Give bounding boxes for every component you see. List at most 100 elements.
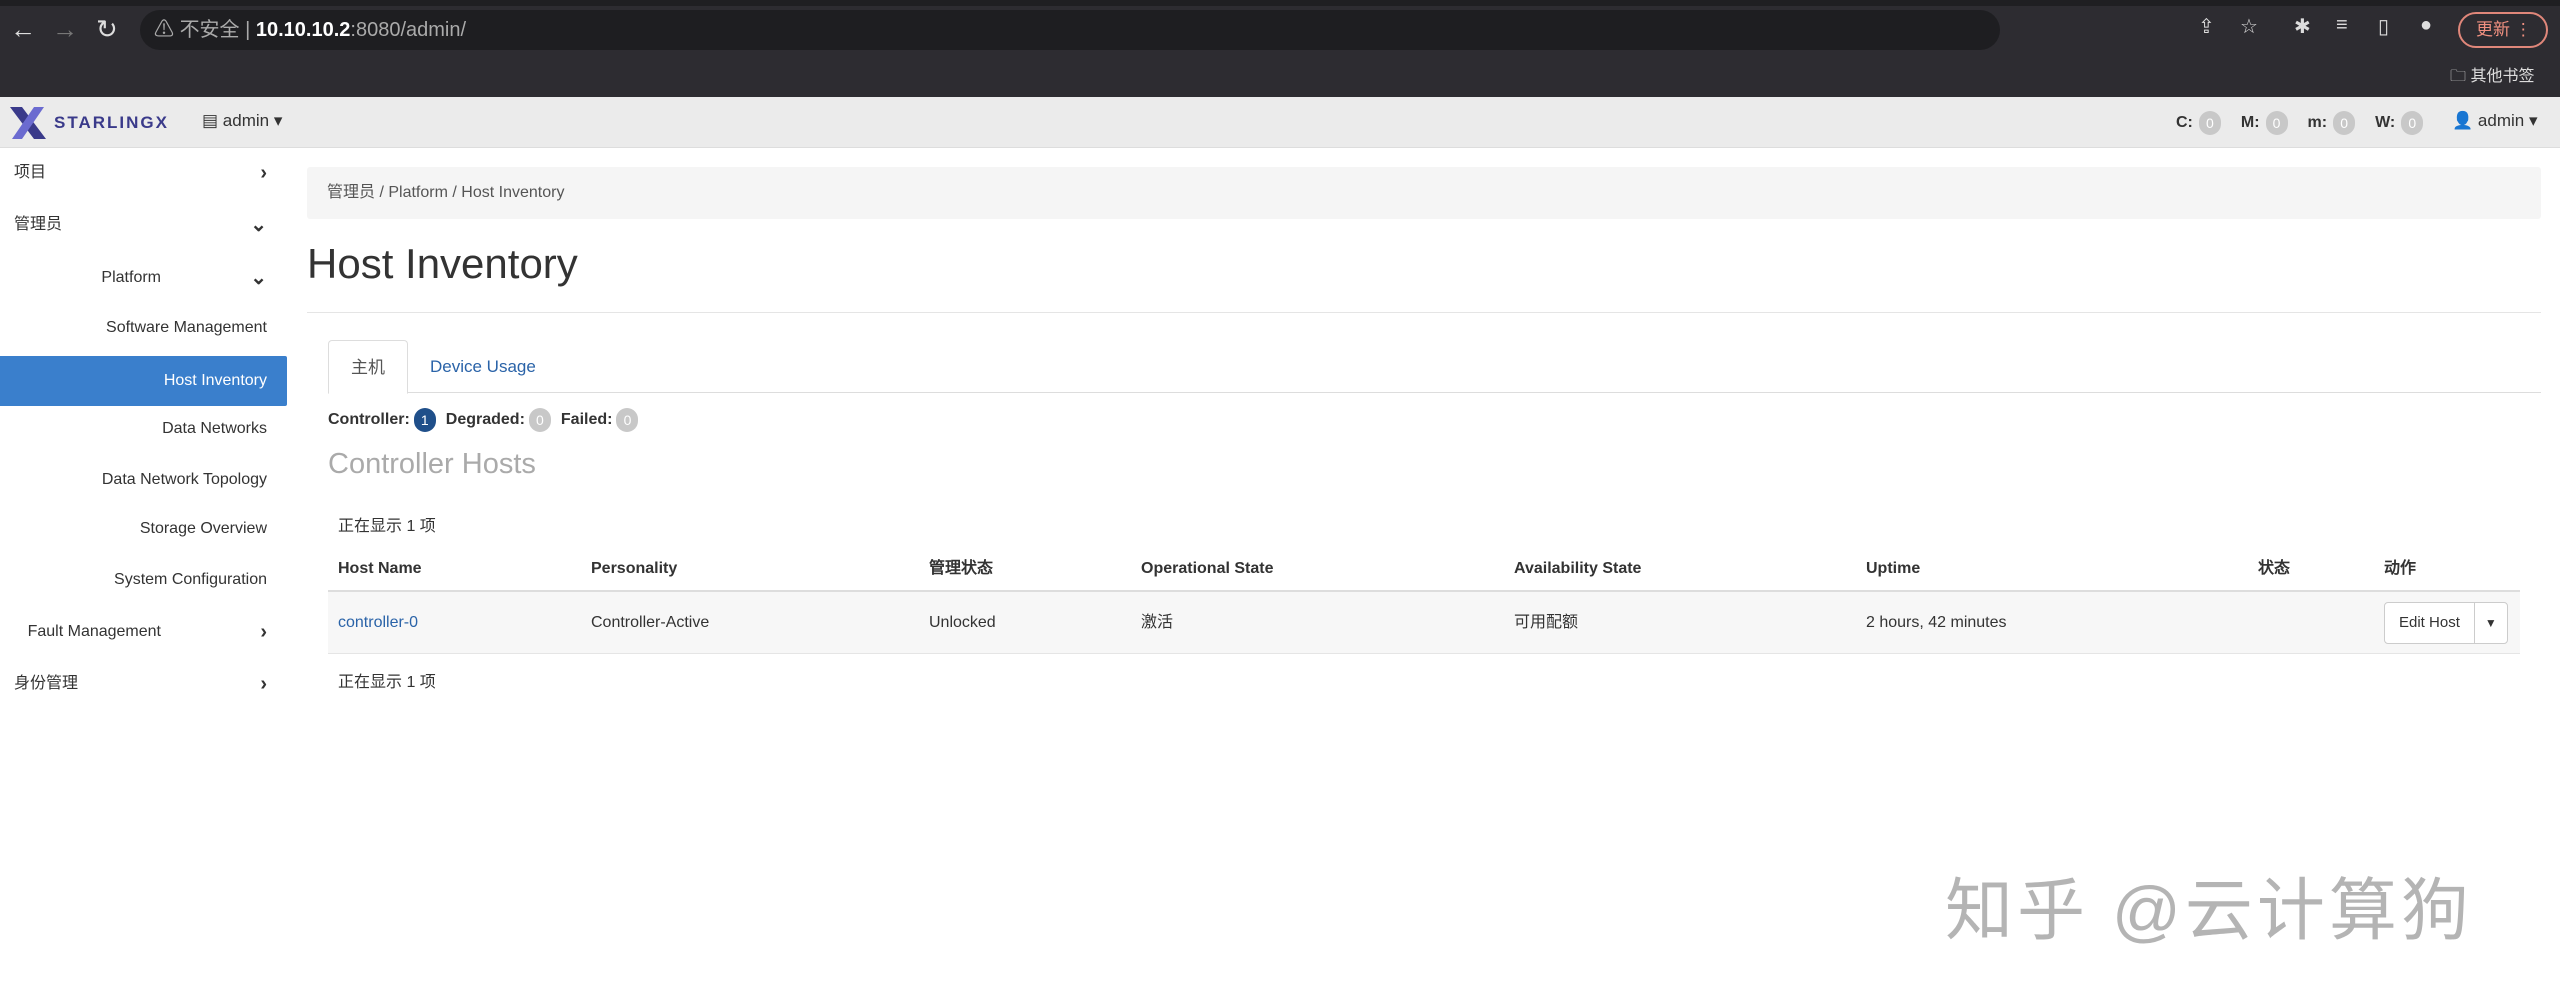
admin-state-cell: Unlocked xyxy=(929,614,996,631)
breadcrumb-item: Host Inventory xyxy=(461,184,565,201)
table-header: Host Name Personality 管理状态 Operational S… xyxy=(328,546,2520,592)
side-panel-icon[interactable]: ▯ xyxy=(2378,14,2389,39)
operational-state-cell: 激活 xyxy=(1141,614,1174,631)
chevron-down-icon: ⌄ xyxy=(250,214,267,236)
chevron-right-icon: › xyxy=(260,621,267,643)
back-icon[interactable]: ← xyxy=(10,12,36,46)
url-path: :8080/admin/ xyxy=(350,19,467,41)
browser-chrome: ← → ↻ ⚠ 不安全 | 10.10.10.2:8080/admin/ ⇪ ☆… xyxy=(0,0,2560,97)
column-header[interactable]: Uptime xyxy=(1866,546,1920,592)
breadcrumb-item[interactable]: 管理员 xyxy=(327,184,375,201)
sidebar-item-data-networks[interactable]: Data Networks xyxy=(0,404,287,454)
degraded-badge: 0 xyxy=(528,408,551,432)
availability-state-cell: 可用配额 xyxy=(1514,614,1579,631)
bookmarks-label: 其他书签 xyxy=(2470,68,2535,85)
chevron-right-icon: › xyxy=(260,162,267,184)
item-count: 正在显示 1 项 xyxy=(338,518,436,535)
sidebar-item-label: System Configuration xyxy=(114,571,267,588)
reload-icon[interactable]: ↻ xyxy=(96,12,118,46)
alarm-label: W: xyxy=(2375,114,2396,131)
address-bar[interactable]: ⚠ 不安全 | 10.10.10.2:8080/admin/ xyxy=(140,10,2000,50)
sidebar-item-label: Data Networks xyxy=(162,420,267,437)
host-name-link[interactable]: controller-0 xyxy=(338,592,418,654)
sidebar-item-label: Software Management xyxy=(106,319,267,336)
section-title: Controller Hosts xyxy=(328,448,536,480)
app-header: STARLINGX ▤ admin ▾ C: 0 M: 0 m: 0 W: 0 👤 ad… xyxy=(0,97,2560,148)
failed-badge: 0 xyxy=(616,408,639,432)
sidebar-item-fault-management[interactable]: Fault Management › xyxy=(0,607,287,657)
column-header: 动作 xyxy=(2384,560,2417,577)
uptime-cell: 2 hours, 42 minutes xyxy=(1866,614,2007,631)
starlingx-logo[interactable]: STARLINGX xyxy=(8,105,169,141)
column-header[interactable]: 状态 xyxy=(2258,546,2290,592)
update-label: 更新 xyxy=(2476,20,2510,39)
project-icon: ▤ xyxy=(202,111,219,130)
edit-host-button[interactable]: Edit Host xyxy=(2385,603,2474,643)
forward-icon[interactable]: → xyxy=(52,12,78,46)
extensions-icon[interactable]: ✱ xyxy=(2294,14,2311,39)
chevron-down-icon: ⌄ xyxy=(250,267,267,289)
project-selector[interactable]: ▤ admin ▾ xyxy=(202,111,282,131)
alarm-badge: 0 xyxy=(2333,111,2356,135)
tab-device-usage[interactable]: Device Usage xyxy=(408,340,558,393)
item-count-footer: 正在显示 1 项 xyxy=(338,674,436,691)
tab-strip xyxy=(0,0,2560,6)
tab-bar: 主机 Device Usage xyxy=(328,340,2541,394)
alarm-badge: 0 xyxy=(2401,111,2424,135)
tab-hosts[interactable]: 主机 xyxy=(328,340,408,394)
sidebar-item-project[interactable]: 项目 › xyxy=(0,148,287,198)
sidebar-item-label: Storage Overview xyxy=(139,520,267,537)
alarm-label: M: xyxy=(2240,114,2260,131)
sidebar-item-identity[interactable]: 身份管理 › xyxy=(0,659,287,709)
folder-icon: 🗀 xyxy=(2450,68,2467,85)
update-button[interactable]: 更新 ⋮ xyxy=(2458,12,2548,48)
sidebar-item-label: 管理员 xyxy=(14,216,63,233)
user-name: admin xyxy=(2477,111,2525,130)
chevron-right-icon: › xyxy=(260,673,267,695)
watermark: 知乎 @云计算狗 xyxy=(1945,873,2473,949)
column-header[interactable]: Operational State xyxy=(1141,546,1273,592)
host-status-summary: Controller: 1 Degraded: 0 Failed: 0 xyxy=(328,408,644,432)
reading-list-icon[interactable]: ≡ xyxy=(2336,14,2348,37)
sidebar-item-data-network-topology[interactable]: Data Network Topology xyxy=(0,455,287,505)
share-icon[interactable]: ⇪ xyxy=(2198,14,2215,39)
sidebar-item-label: Data Network Topology xyxy=(101,471,267,488)
sidebar-item-label: Platform xyxy=(101,269,161,286)
user-menu[interactable]: 👤 admin ▾ xyxy=(2452,111,2537,131)
sidebar-item-host-inventory[interactable]: Host Inventory xyxy=(0,356,287,406)
caret-down-icon[interactable]: ▼ xyxy=(2473,603,2507,643)
column-header[interactable]: Personality xyxy=(591,546,677,592)
brand-text: STARLINGX xyxy=(54,113,169,132)
sidebar-item-label: Host Inventory xyxy=(163,372,267,389)
sidebar-item-storage-overview[interactable]: Storage Overview xyxy=(0,504,287,554)
project-name: admin xyxy=(222,111,270,130)
alarm-summary[interactable]: C: 0 M: 0 m: 0 W: 0 xyxy=(2176,111,2437,135)
alarm-label: m: xyxy=(2307,114,2328,131)
sidebar-item-system-configuration[interactable]: System Configuration xyxy=(0,555,287,605)
divider xyxy=(307,312,2541,313)
breadcrumb-item[interactable]: Platform xyxy=(388,184,448,201)
edit-host-button-group: Edit Host ▼ xyxy=(2384,602,2508,644)
column-header[interactable]: 管理状态 xyxy=(929,546,993,592)
warning-icon: ⚠ xyxy=(154,19,174,41)
alarm-badge: 0 xyxy=(2198,111,2221,135)
page-title: Host Inventory xyxy=(307,240,578,287)
user-icon: 👤 xyxy=(2452,111,2474,130)
x-logo-icon xyxy=(10,107,46,139)
personality-cell: Controller-Active xyxy=(591,614,710,631)
column-header[interactable]: Host Name xyxy=(338,546,422,592)
other-bookmarks[interactable]: 🗀 其他书签 xyxy=(2450,62,2534,92)
failed-label: Failed: xyxy=(560,411,613,428)
security-label: 不安全 xyxy=(179,19,240,41)
profile-icon[interactable]: ● xyxy=(2420,14,2432,37)
star-icon[interactable]: ☆ xyxy=(2240,14,2258,39)
sidebar-item-admin[interactable]: 管理员 ⌄ xyxy=(0,200,287,250)
degraded-label: Degraded: xyxy=(445,411,525,428)
column-header[interactable]: Availability State xyxy=(1514,546,1641,592)
sidebar-item-software-management[interactable]: Software Management xyxy=(0,303,287,353)
controller-badge: 1 xyxy=(413,408,436,432)
sidebar-item-label: 项目 xyxy=(14,164,47,181)
table-row: controller-0 Controller-Active Unlocked … xyxy=(328,592,2520,654)
sidebar-item-label: Fault Management xyxy=(27,623,161,640)
sidebar-item-platform[interactable]: Platform ⌄ xyxy=(0,253,287,303)
